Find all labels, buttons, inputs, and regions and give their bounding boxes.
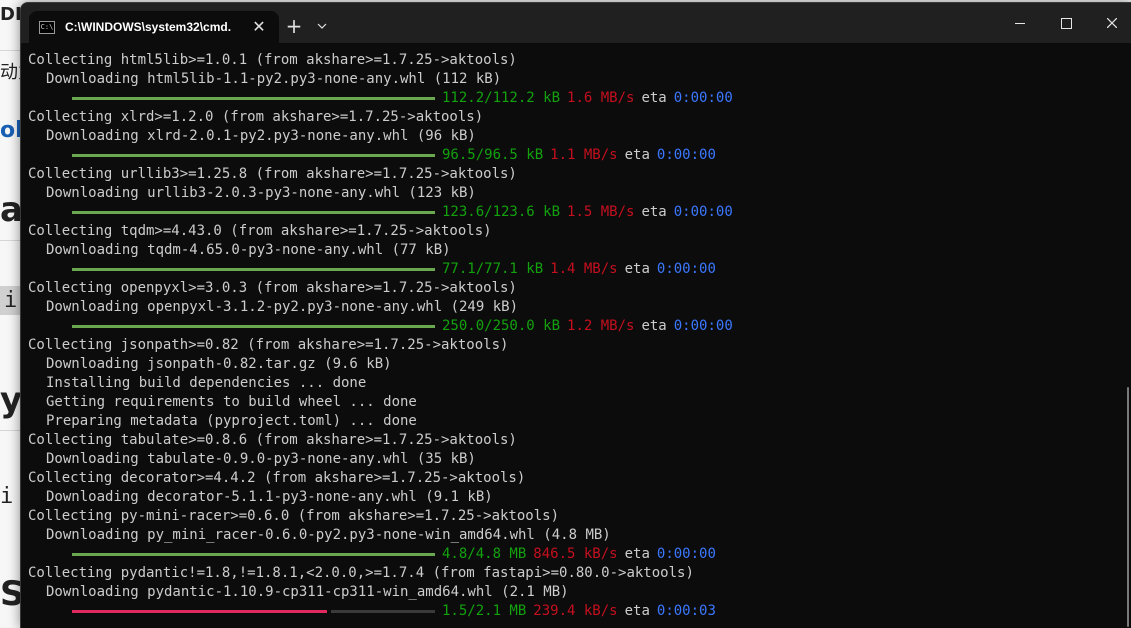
console-line: Downloading py_mini_racer-0.6.0-py2.py3-… bbox=[46, 527, 611, 543]
collecting-line: Collecting openpyxl>=3.0.3 (from akshare… bbox=[28, 280, 517, 296]
progress-bar bbox=[72, 211, 435, 214]
console-line: Downloading decorator-5.1.1-py3-none-any… bbox=[46, 489, 493, 505]
minimize-button[interactable] bbox=[997, 3, 1043, 43]
progress-row: 77.1/77.1 kB 1.4 MB/s eta 0:00:00 bbox=[28, 260, 1131, 279]
progress-bar-fill bbox=[72, 610, 327, 613]
collecting-line: Collecting tabulate>=0.8.6 (from akshare… bbox=[28, 432, 517, 448]
eta-label: eta bbox=[624, 147, 650, 163]
progress-bar-fill bbox=[72, 211, 435, 214]
scrollbar[interactable] bbox=[1127, 387, 1129, 627]
background-code: i bbox=[0, 286, 22, 315]
console-line: Downloading tabulate-0.9.0-py3-none-any.… bbox=[46, 451, 476, 467]
background-text: DI bbox=[0, 4, 22, 25]
console-line: Getting requirements to build wheel ... … bbox=[46, 394, 417, 410]
progress-row: 4.8/4.8 MB 846.5 kB/s eta 0:00:00 bbox=[28, 545, 1131, 564]
tab-cmd[interactable]: C:\ C:\WINDOWS\system32\cmd. ✕ bbox=[29, 11, 279, 43]
eta-label: eta bbox=[641, 318, 667, 334]
console-line: Downloading jsonpath-0.82.tar.gz (9.6 kB… bbox=[46, 356, 392, 372]
progress-amount: 4.8/4.8 MB bbox=[442, 546, 527, 562]
console-line: Downloading xlrd-2.0.1-py2.py3-none-any.… bbox=[46, 128, 476, 144]
tab-close-icon[interactable]: ✕ bbox=[249, 17, 269, 37]
eta-value: 0:00:00 bbox=[673, 90, 733, 106]
download-speed: 1.6 MB/s bbox=[567, 90, 635, 106]
terminal-window: C:\ C:\WINDOWS\system32\cmd. ✕ + Collect… bbox=[20, 2, 1131, 628]
console-line: Downloading tqdm-4.65.0-py3-none-any.whl… bbox=[46, 242, 451, 258]
progress-bar bbox=[72, 325, 435, 328]
progress-bar-fill bbox=[72, 97, 435, 100]
collecting-line: Collecting pydantic!=1.8,!=1.8.1,<2.0.0,… bbox=[28, 565, 694, 581]
progress-bar-fill bbox=[72, 154, 435, 157]
eta-label: eta bbox=[641, 204, 667, 220]
tab-title: C:\WINDOWS\system32\cmd. bbox=[65, 20, 232, 34]
progress-row: 250.0/250.0 kB 1.2 MB/s eta 0:00:00 bbox=[28, 317, 1131, 336]
eta-value: 0:00:00 bbox=[656, 147, 716, 163]
title-bar[interactable]: C:\ C:\WINDOWS\system32\cmd. ✕ + bbox=[21, 3, 1131, 43]
close-icon bbox=[1107, 18, 1117, 28]
progress-bar-remaining bbox=[331, 610, 435, 613]
eta-label: eta bbox=[624, 546, 650, 562]
progress-bar bbox=[72, 553, 435, 556]
progress-amount: 112.2/112.2 kB bbox=[442, 90, 561, 106]
progress-bar bbox=[72, 97, 435, 100]
background-code: i bbox=[0, 484, 14, 509]
progress-amount: 1.5/2.1 MB bbox=[442, 603, 527, 619]
progress-row: 1.5/2.1 MB 239.4 kB/s eta 0:00:03 bbox=[28, 602, 1131, 621]
download-speed: 1.1 MB/s bbox=[550, 147, 618, 163]
eta-value: 0:00:00 bbox=[673, 204, 733, 220]
collecting-line: Collecting urllib3>=1.25.8 (from akshare… bbox=[28, 166, 517, 182]
progress-bar-fill bbox=[72, 268, 435, 271]
progress-amount: 96.5/96.5 kB bbox=[442, 147, 544, 163]
download-speed: 1.2 MB/s bbox=[567, 318, 635, 334]
console-line: Installing build dependencies ... done bbox=[46, 375, 367, 391]
eta-label: eta bbox=[641, 90, 667, 106]
console-output[interactable]: Collecting html5lib>=1.0.1 (from akshare… bbox=[21, 43, 1131, 628]
progress-amount: 123.6/123.6 kB bbox=[442, 204, 561, 220]
collecting-line: Collecting py-mini-racer>=0.6.0 (from ak… bbox=[28, 508, 560, 524]
cmd-icon: C:\ bbox=[39, 20, 55, 34]
progress-amount: 250.0/250.0 kB bbox=[442, 318, 561, 334]
download-speed: 239.4 kB/s bbox=[533, 603, 618, 619]
console-line: Downloading urllib3-2.0.3-py3-none-any.w… bbox=[46, 185, 476, 201]
progress-bar bbox=[72, 154, 435, 157]
eta-value: 0:00:00 bbox=[673, 318, 733, 334]
eta-label: eta bbox=[624, 261, 650, 277]
eta-label: eta bbox=[624, 603, 650, 619]
close-window-button[interactable] bbox=[1089, 3, 1131, 43]
chevron-down-icon[interactable] bbox=[310, 11, 334, 41]
console-line: Downloading html5lib-1.1-py2.py3-none-an… bbox=[46, 71, 502, 87]
download-speed: 1.4 MB/s bbox=[550, 261, 618, 277]
progress-amount: 77.1/77.1 kB bbox=[442, 261, 544, 277]
download-speed: 1.5 MB/s bbox=[567, 204, 635, 220]
progress-row: 123.6/123.6 kB 1.5 MB/s eta 0:00:00 bbox=[28, 203, 1131, 222]
progress-row: 112.2/112.2 kB 1.6 MB/s eta 0:00:00 bbox=[28, 89, 1131, 108]
progress-bar-fill bbox=[72, 325, 435, 328]
eta-value: 0:00:03 bbox=[656, 603, 716, 619]
eta-value: 0:00:00 bbox=[656, 546, 716, 562]
progress-bar bbox=[72, 610, 435, 613]
console-line: Downloading openpyxl-3.1.2-py2.py3-none-… bbox=[46, 299, 519, 315]
collecting-line: Collecting xlrd>=1.2.0 (from akshare>=1.… bbox=[28, 109, 484, 125]
console-line: Downloading pydantic-1.10.9-cp311-cp311-… bbox=[46, 584, 569, 600]
progress-bar-fill bbox=[72, 553, 435, 556]
progress-bar bbox=[72, 268, 435, 271]
download-speed: 846.5 kB/s bbox=[533, 546, 618, 562]
collecting-line: Collecting tqdm>=4.43.0 (from akshare>=1… bbox=[28, 223, 492, 239]
collecting-line: Collecting html5lib>=1.0.1 (from akshare… bbox=[28, 52, 517, 68]
collecting-line: Collecting jsonpath>=0.82 (from akshare>… bbox=[28, 337, 509, 353]
eta-value: 0:00:00 bbox=[656, 261, 716, 277]
maximize-button[interactable] bbox=[1043, 3, 1089, 43]
progress-row: 96.5/96.5 kB 1.1 MB/s eta 0:00:00 bbox=[28, 146, 1131, 165]
console-line: Preparing metadata (pyproject.toml) ... … bbox=[46, 413, 417, 429]
new-tab-button[interactable]: + bbox=[279, 11, 309, 41]
collecting-line: Collecting decorator>=4.4.2 (from akshar… bbox=[28, 470, 526, 486]
